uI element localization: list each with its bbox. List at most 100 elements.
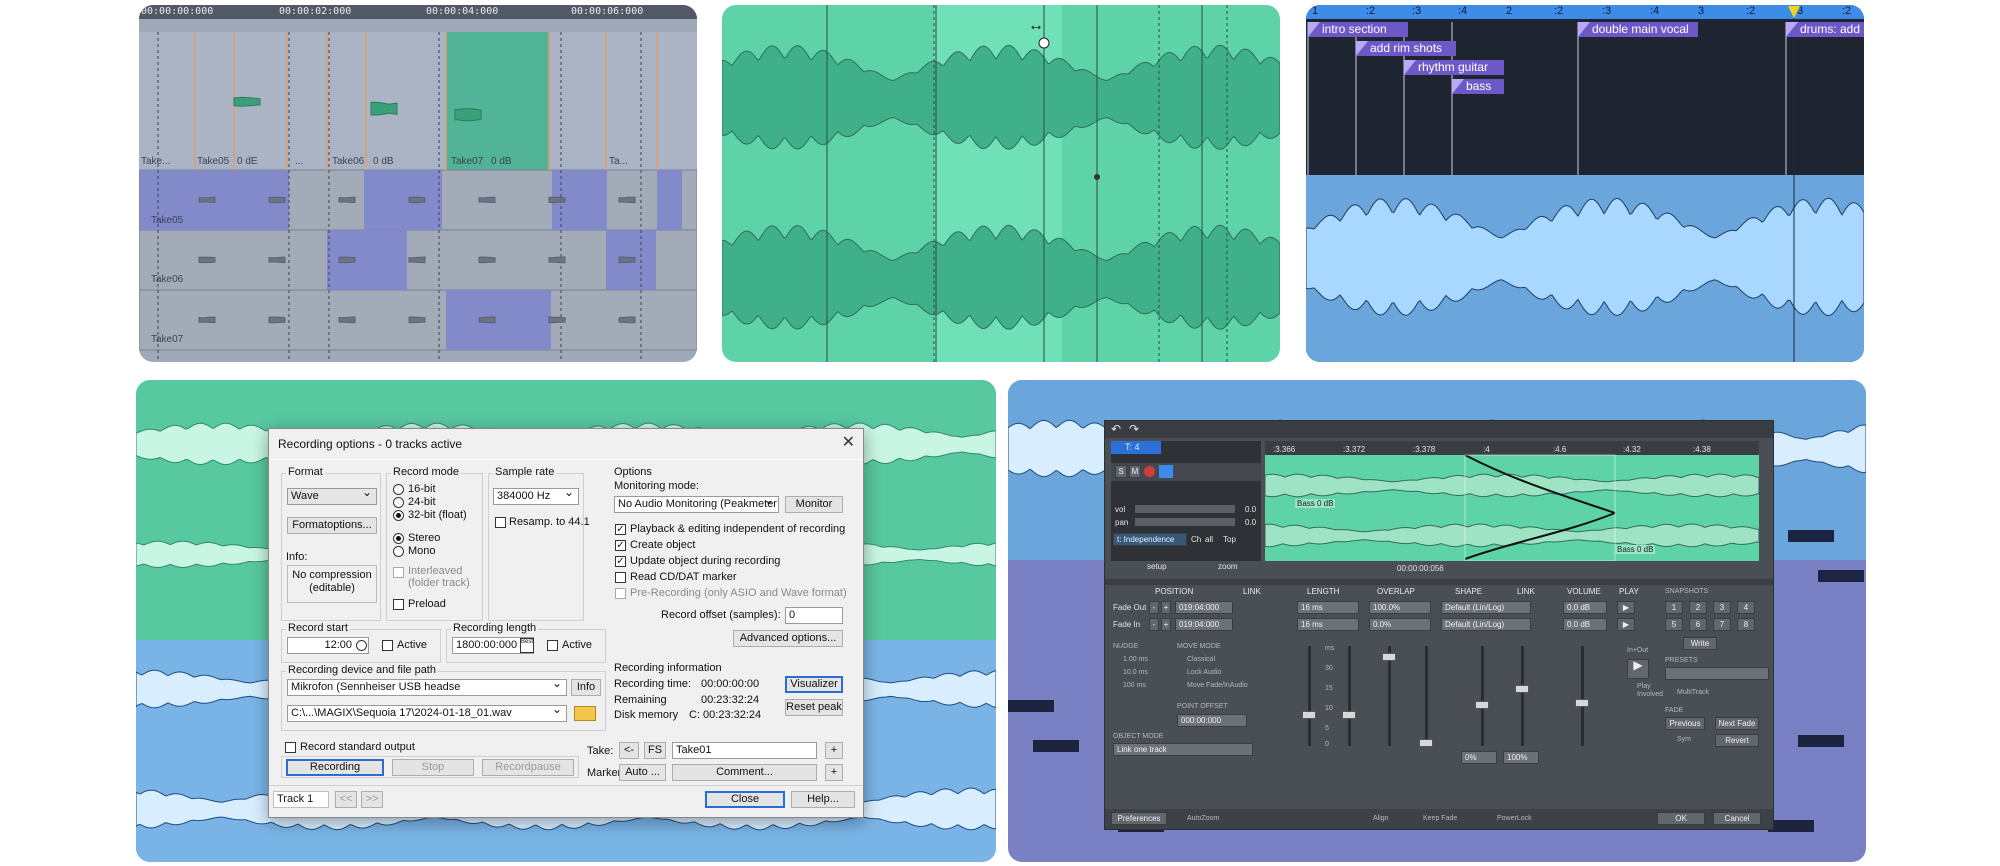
write-button[interactable]: Write: [1683, 637, 1717, 650]
overlap-in-field[interactable]: 0.0%: [1369, 618, 1431, 631]
path-select[interactable]: C:\...\MAGIX\Sequoia 17\2024-01-18_01.wa…: [287, 705, 567, 722]
volume-out-field[interactable]: 0.0 dB: [1563, 601, 1607, 614]
radio-24bit[interactable]: [393, 497, 404, 508]
radio-stereo[interactable]: [393, 533, 404, 544]
option-check-cd-marker[interactable]: [615, 572, 626, 583]
option-check-update-object[interactable]: ✓: [615, 556, 626, 567]
play-in-out-button[interactable]: ▶: [1627, 659, 1649, 679]
length-fader-knob[interactable]: [1342, 711, 1356, 719]
shape-fader-track[interactable]: [1521, 646, 1524, 746]
vol-slider[interactable]: [1135, 505, 1235, 513]
recording-button[interactable]: Recording: [286, 759, 384, 776]
stop-button[interactable]: Stop: [392, 759, 474, 776]
shape-percent-field[interactable]: 0%: [1461, 751, 1497, 764]
revert-button[interactable]: Revert: [1715, 734, 1759, 747]
close-button[interactable]: Close: [705, 791, 785, 808]
shape-in-select[interactable]: Default (Lin/Log): [1441, 618, 1531, 631]
format-select[interactable]: Wave: [287, 488, 377, 505]
length-out-field[interactable]: 16 ms: [1297, 601, 1359, 614]
close-icon[interactable]: ✕: [842, 432, 855, 452]
take-fs-button[interactable]: FS: [644, 742, 666, 759]
snapshot-button[interactable]: 2: [1689, 601, 1707, 614]
device-info-button[interactable]: Info: [571, 679, 601, 696]
take-back-button[interactable]: <-: [619, 742, 639, 759]
record-start-active-checkbox[interactable]: [382, 640, 393, 651]
range-bass[interactable]: bass: [1452, 79, 1504, 94]
fade-in-position[interactable]: 019:04:000: [1175, 618, 1233, 631]
nudge-option[interactable]: 1.00 ms: [1123, 656, 1148, 663]
shape-fader-track[interactable]: [1481, 646, 1484, 746]
marker-auto-button[interactable]: Auto ...: [619, 764, 666, 781]
take-name-input[interactable]: Take01: [672, 742, 817, 759]
range-add-rim-shots[interactable]: add rim shots: [1356, 41, 1456, 56]
volume-fader-track[interactable]: [1581, 646, 1584, 746]
record-arm-icon[interactable]: [1144, 466, 1155, 477]
snapshot-button[interactable]: 4: [1737, 601, 1755, 614]
fade-in-plus[interactable]: +: [1161, 618, 1171, 631]
help-button[interactable]: Help...: [791, 791, 855, 808]
record-length-active-checkbox[interactable]: [547, 640, 558, 651]
redo-icon[interactable]: ↷: [1129, 422, 1139, 436]
next-track-button[interactable]: >>: [361, 791, 383, 808]
snapshot-button[interactable]: 5: [1665, 618, 1683, 631]
overlap-out-field[interactable]: 100.0%: [1369, 601, 1431, 614]
move-option[interactable]: Move Fade/InAudio: [1187, 682, 1248, 689]
play-in-button[interactable]: ▶: [1617, 618, 1635, 631]
length-fader-track[interactable]: [1348, 646, 1351, 746]
fade-out-minus[interactable]: -: [1149, 601, 1159, 614]
range-rhythm-guitar[interactable]: rhythm guitar: [1404, 60, 1504, 75]
play-out-button[interactable]: ▶: [1617, 601, 1635, 614]
record-pause-button[interactable]: Recordpause: [482, 759, 574, 776]
move-option[interactable]: Lock Audio: [1187, 669, 1221, 676]
folder-icon[interactable]: [574, 706, 596, 721]
snapshot-button[interactable]: 3: [1713, 601, 1731, 614]
shape-percent-field[interactable]: 100%: [1503, 751, 1539, 764]
marker-plus-button[interactable]: +: [825, 764, 843, 781]
advanced-options-button[interactable]: Advanced options...: [733, 630, 843, 647]
monitor-icon[interactable]: [1159, 465, 1173, 478]
fade-out-plus[interactable]: +: [1161, 601, 1171, 614]
reset-peak-button[interactable]: Reset peak: [785, 699, 843, 716]
device-select[interactable]: Mikrofon (Sennheiser USB headse: [287, 679, 567, 696]
standard-output-checkbox[interactable]: [285, 742, 296, 753]
monitoring-select[interactable]: No Audio Monitoring (Peakmeter: [614, 496, 779, 513]
shape-out-select[interactable]: Default (Lin/Log): [1441, 601, 1531, 614]
nudge-option[interactable]: 100 ms: [1123, 682, 1146, 689]
object-mode-select[interactable]: Link one track: [1113, 743, 1253, 756]
mute-button[interactable]: M: [1129, 465, 1141, 478]
length-in-field[interactable]: 16 ms: [1297, 618, 1359, 631]
range-intro-section[interactable]: intro section: [1308, 22, 1408, 37]
option-check-playback[interactable]: ✓: [615, 524, 626, 535]
next-fade-button[interactable]: Next Fade: [1715, 717, 1759, 730]
overlap-fader-track[interactable]: [1388, 646, 1391, 746]
presets-select[interactable]: [1665, 667, 1769, 680]
sample-rate-select[interactable]: 384000 Hz: [493, 488, 579, 505]
move-option[interactable]: Classical: [1187, 656, 1215, 663]
playhead-marker[interactable]: [1788, 6, 1800, 18]
track-tab[interactable]: Track 1: [273, 791, 329, 808]
overlap-fader-knob[interactable]: [1419, 739, 1433, 747]
timeline-ruler[interactable]: 00:00:00:000 00:00:02:000 00:00:04:000 0…: [139, 5, 697, 19]
point-offset-field[interactable]: 000:00:000: [1177, 714, 1247, 727]
visualizer-button[interactable]: Visualizer: [785, 676, 843, 693]
undo-icon[interactable]: ↶: [1111, 422, 1121, 436]
radio-16bit[interactable]: [393, 484, 404, 495]
solo-button[interactable]: S: [1115, 465, 1127, 478]
fade-out-position[interactable]: 019:04:000: [1175, 601, 1233, 614]
take-plus-button[interactable]: +: [825, 742, 843, 759]
overlap-fader-knob[interactable]: [1382, 653, 1396, 661]
best-button[interactable]: Best: [520, 638, 534, 653]
snapshot-button[interactable]: 7: [1713, 618, 1731, 631]
preferences-button[interactable]: Preferences: [1111, 812, 1167, 825]
length-fader-knob[interactable]: [1302, 711, 1316, 719]
monitor-button[interactable]: Monitor: [785, 496, 843, 513]
snapshot-button[interactable]: 1: [1665, 601, 1683, 614]
radio-mono[interactable]: [393, 546, 404, 557]
cancel-button[interactable]: Cancel: [1713, 812, 1761, 825]
previous-fade-button[interactable]: Previous: [1665, 717, 1705, 730]
range-double-main-vocal[interactable]: double main vocal: [1578, 22, 1698, 37]
fade-in-minus[interactable]: -: [1149, 618, 1159, 631]
snapshot-button[interactable]: 6: [1689, 618, 1707, 631]
overlap-fader-track[interactable]: [1425, 646, 1428, 746]
waveform-zoom-panel[interactable]: ↔: [722, 5, 1280, 362]
